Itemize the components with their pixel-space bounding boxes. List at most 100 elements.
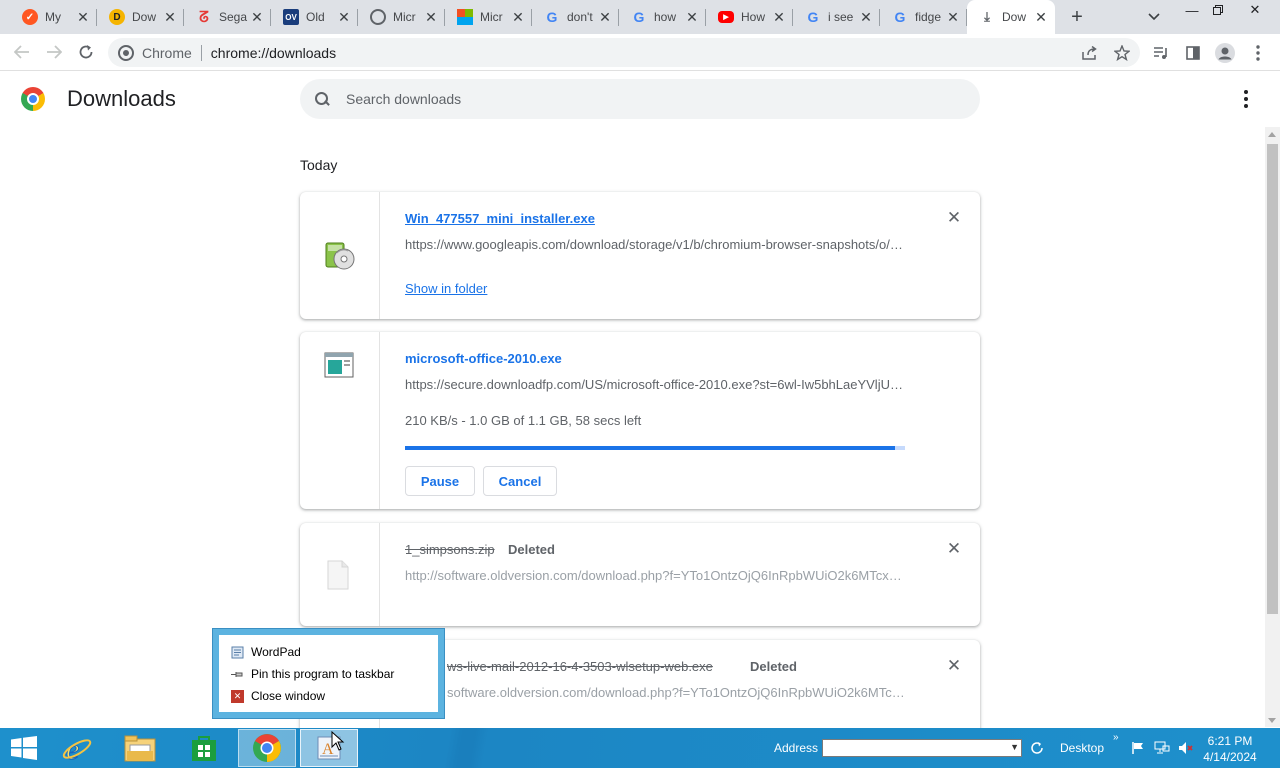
tab-1[interactable]: D Dow ✕ bbox=[97, 0, 184, 34]
file-url[interactable]: https://secure.downloadfp.com/US/microso… bbox=[405, 377, 905, 392]
tab-title: Old bbox=[306, 10, 325, 24]
start-button[interactable] bbox=[10, 736, 38, 760]
system-clock[interactable]: 6:21 PM 4/14/2024 bbox=[1190, 733, 1270, 765]
jumplist-wordpad[interactable]: WordPad bbox=[231, 645, 301, 659]
file-url[interactable]: software.oldversion.com/download.php?f=Y… bbox=[447, 685, 905, 700]
tab-7[interactable]: G how ✕ bbox=[619, 0, 706, 34]
tab-6[interactable]: G don't ✕ bbox=[532, 0, 619, 34]
file-url[interactable]: https://www.googleapis.com/download/stor… bbox=[405, 237, 905, 252]
file-name: ws-live-mail-2012-16-4-3503-wlsetup-web.… bbox=[447, 659, 713, 674]
action-center-flag-icon[interactable] bbox=[1130, 740, 1146, 756]
deleted-status: Deleted bbox=[508, 542, 555, 557]
close-tab-icon[interactable]: ✕ bbox=[597, 9, 613, 25]
tab-title: don't bbox=[567, 10, 593, 24]
remove-download-button[interactable]: ✕ bbox=[945, 656, 963, 675]
taskbar-wordpad[interactable]: A bbox=[300, 729, 358, 767]
tab-8[interactable]: ▶ How ✕ bbox=[706, 0, 793, 34]
window-app-icon bbox=[324, 352, 354, 378]
tab-9[interactable]: G i see ✕ bbox=[793, 0, 880, 34]
chevron-down-icon[interactable]: ▼ bbox=[1010, 742, 1019, 752]
back-button[interactable] bbox=[10, 40, 34, 64]
tab-5[interactable]: Micr ✕ bbox=[445, 0, 532, 34]
side-panel-button[interactable] bbox=[1182, 42, 1204, 64]
close-tab-icon[interactable]: ✕ bbox=[771, 9, 787, 25]
remove-download-button[interactable]: ✕ bbox=[945, 539, 963, 558]
show-in-folder-link[interactable]: Show in folder bbox=[405, 281, 487, 296]
network-icon[interactable] bbox=[1154, 740, 1170, 756]
scroll-up-icon[interactable] bbox=[1268, 132, 1276, 137]
desktop-toolbar-label[interactable]: Desktop bbox=[1060, 741, 1104, 755]
circle-d-icon: D bbox=[109, 9, 125, 25]
restore-button[interactable] bbox=[1201, 0, 1235, 20]
remove-download-button[interactable]: ✕ bbox=[945, 208, 963, 227]
file-name-link[interactable]: Win_477557_mini_installer.exe bbox=[405, 211, 595, 226]
taskbar-address-input[interactable]: ▼ bbox=[822, 739, 1022, 757]
tab-title: fidge bbox=[915, 10, 942, 24]
jumplist-pin[interactable]: Pin this program to taskbar bbox=[231, 667, 394, 681]
tab-0[interactable]: ✓ My ✕ bbox=[10, 0, 97, 34]
taskbar-internet-explorer[interactable]: e bbox=[48, 729, 106, 767]
chrome-icon bbox=[253, 734, 281, 762]
close-tab-icon[interactable]: ✕ bbox=[423, 9, 439, 25]
media-controls-button[interactable] bbox=[1150, 42, 1172, 64]
close-tab-icon[interactable]: ✕ bbox=[1033, 9, 1049, 25]
file-name-link[interactable]: microsoft-office-2010.exe bbox=[405, 351, 562, 366]
close-tab-icon[interactable]: ✕ bbox=[684, 9, 700, 25]
tab-4[interactable]: Micr ✕ bbox=[358, 0, 445, 34]
close-tab-icon[interactable]: ✕ bbox=[945, 9, 961, 25]
download-icon: ⤓ bbox=[984, 9, 990, 24]
download-item-in-progress: microsoft-office-2010.exe https://secure… bbox=[300, 332, 980, 509]
tab-title: how bbox=[654, 10, 677, 24]
star-icon bbox=[1114, 45, 1130, 61]
taskbar-store[interactable] bbox=[175, 729, 233, 767]
scroll-down-icon[interactable] bbox=[1268, 718, 1276, 723]
close-tab-icon[interactable]: ✕ bbox=[162, 9, 178, 25]
cancel-button[interactable]: Cancel bbox=[483, 466, 557, 496]
address-go-button[interactable] bbox=[1028, 740, 1046, 756]
jumplist-item-label: WordPad bbox=[251, 645, 301, 659]
tab-strip: ✓ My ✕ D Dow ✕ ᘔ Sega ✕ OV Old ✕ Micr ✕ … bbox=[0, 0, 1280, 34]
download-progress-text: 210 KB/s - 1.0 GB of 1.1 GB, 58 secs lef… bbox=[405, 413, 642, 428]
red-swoosh-icon: ᘔ bbox=[199, 8, 209, 26]
close-tab-icon[interactable]: ✕ bbox=[75, 9, 91, 25]
pause-button[interactable]: Pause bbox=[405, 466, 475, 496]
windows-start-icon bbox=[11, 736, 37, 760]
tab-2[interactable]: ᘔ Sega ✕ bbox=[184, 0, 271, 34]
address-bar[interactable]: Chrome chrome://downloads bbox=[108, 38, 1140, 67]
url-text[interactable]: chrome://downloads bbox=[211, 45, 336, 61]
forward-button[interactable] bbox=[42, 40, 66, 64]
jumplist-item-label: Pin this program to taskbar bbox=[251, 667, 395, 681]
ov-icon: OV bbox=[283, 9, 299, 25]
close-tab-icon[interactable]: ✕ bbox=[510, 9, 526, 25]
taskbar-chrome[interactable] bbox=[238, 729, 296, 767]
tab-3[interactable]: OV Old ✕ bbox=[271, 0, 358, 34]
tab-10[interactable]: G fidge ✕ bbox=[880, 0, 967, 34]
address-toolbar-label: Address bbox=[774, 741, 819, 755]
close-tab-icon[interactable]: ✕ bbox=[249, 9, 265, 25]
share-button[interactable] bbox=[1079, 42, 1101, 64]
close-tab-icon[interactable]: ✕ bbox=[858, 9, 874, 25]
close-tab-icon[interactable]: ✕ bbox=[336, 9, 352, 25]
taskbar-file-explorer[interactable] bbox=[111, 729, 169, 767]
progress-fill bbox=[405, 446, 895, 450]
downloads-menu-button[interactable] bbox=[1238, 88, 1254, 110]
reload-button[interactable] bbox=[74, 40, 98, 64]
page-scrollbar[interactable] bbox=[1265, 127, 1280, 727]
tab-title: i see bbox=[828, 10, 854, 24]
side-panel-icon bbox=[1186, 46, 1200, 60]
search-downloads-input[interactable]: Search downloads bbox=[300, 79, 980, 119]
new-tab-button[interactable]: + bbox=[1065, 6, 1089, 28]
scrollbar-thumb[interactable] bbox=[1267, 144, 1278, 614]
profile-button[interactable] bbox=[1214, 42, 1236, 64]
bookmark-button[interactable] bbox=[1111, 42, 1133, 64]
installer-cd-icon bbox=[325, 242, 355, 270]
toolbar-overflow-chevron[interactable]: » bbox=[1113, 732, 1119, 743]
jumplist-close-window[interactable]: ✕ Close window bbox=[231, 689, 325, 703]
close-window-button[interactable]: ✕ bbox=[1238, 0, 1272, 20]
pin-icon bbox=[231, 668, 244, 681]
file-url[interactable]: http://software.oldversion.com/download.… bbox=[405, 568, 905, 583]
tab-search-button[interactable] bbox=[1144, 8, 1164, 26]
tab-11-active[interactable]: ⤓ Dow ✕ bbox=[967, 0, 1055, 34]
chrome-menu-button[interactable] bbox=[1247, 42, 1269, 64]
chrome-site-icon bbox=[118, 44, 134, 61]
